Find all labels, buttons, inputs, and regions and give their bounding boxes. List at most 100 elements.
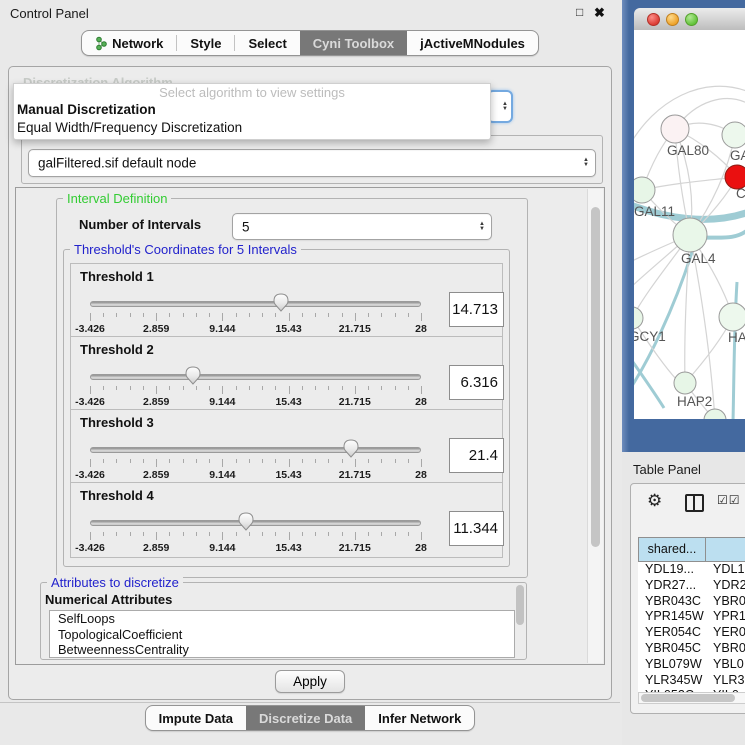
table-cell[interactable]: YBL0 xyxy=(706,657,745,673)
zoom-traffic-light[interactable] xyxy=(685,13,698,26)
table-row[interactable]: YBR045CYBR0 xyxy=(638,641,745,657)
table-cell[interactable]: YER054C xyxy=(638,625,706,641)
table-cell[interactable]: YDL19... xyxy=(638,562,706,578)
column-header-name[interactable]: na xyxy=(705,537,745,562)
numerical-attributes-list[interactable]: SelfLoopsTopologicalCoefficientBetweenne… xyxy=(49,610,515,658)
tick-mark xyxy=(275,386,276,390)
tick-mark xyxy=(209,459,210,463)
tab-cyni-toolbox[interactable]: Cyni Toolbox xyxy=(300,31,407,55)
tab-select[interactable]: Select xyxy=(235,31,299,55)
list-scrollbar[interactable] xyxy=(516,585,524,625)
threshold-2-value-field[interactable]: 6.316 xyxy=(449,365,504,400)
dropdown-option-manual[interactable]: Manual Discretization xyxy=(14,101,490,119)
network-node-hap2[interactable] xyxy=(674,372,696,394)
tick-mark xyxy=(156,459,157,467)
slider-thumb[interactable] xyxy=(238,512,254,531)
tab-discretize-data[interactable]: Discretize Data xyxy=(246,706,365,730)
network-canvas[interactable]: GAL80GACGAL11GAL4GCY1HAHAP2 xyxy=(634,30,745,419)
slider-thumb[interactable] xyxy=(343,439,359,458)
bottom-tab-bar: Impute Data Discretize Data Infer Networ… xyxy=(0,705,620,731)
table-row[interactable]: YBL079WYBL0 xyxy=(638,657,745,673)
table-cell[interactable]: YBR0 xyxy=(706,594,745,610)
tick-label: 28 xyxy=(415,396,427,408)
slider-thumb[interactable] xyxy=(273,293,289,312)
float-window-icon[interactable]: □ xyxy=(576,5,583,19)
tick-mark xyxy=(116,313,117,317)
threshold-3-slider[interactable]: -3.4262.8599.14415.4321.71528 xyxy=(90,443,421,483)
table-cell[interactable]: YDL1 xyxy=(706,562,745,578)
tab-infer-network[interactable]: Infer Network xyxy=(365,706,474,730)
tick-mark xyxy=(381,313,382,317)
table-data-combobox[interactable]: galFiltered.sif default node ▲▼ xyxy=(28,149,596,177)
gear-icon[interactable]: ⚙ xyxy=(647,491,662,511)
table-cell[interactable]: YBR0 xyxy=(706,641,745,657)
node-label: GA xyxy=(730,148,745,163)
table-cell[interactable]: YLR345W xyxy=(638,673,706,689)
table-row[interactable]: YPR145WYPR1 xyxy=(638,609,745,625)
table-cell[interactable]: YBR045C xyxy=(638,641,706,657)
minimize-traffic-light[interactable] xyxy=(666,13,679,26)
select-checkboxes-icon[interactable]: ☑☑ xyxy=(717,493,741,507)
table-row[interactable]: YDR27...YDR2 xyxy=(638,578,745,594)
table-cell[interactable]: YPR145W xyxy=(638,609,706,625)
slider-track[interactable] xyxy=(90,374,421,380)
columns-icon[interactable] xyxy=(685,494,704,512)
threshold-3-value-field[interactable]: 21.4 xyxy=(449,438,504,473)
table-cell[interactable]: YER0 xyxy=(706,625,745,641)
list-item[interactable]: SelfLoops xyxy=(50,611,514,627)
network-node-gcy1[interactable] xyxy=(634,307,643,329)
close-icon[interactable]: ✖ xyxy=(594,5,605,21)
column-header-shared-name[interactable]: shared... xyxy=(638,537,706,562)
tick-label: -3.426 xyxy=(75,396,105,408)
threshold-2-slider[interactable]: -3.4262.8599.14415.4321.71528 xyxy=(90,370,421,410)
network-window-titlebar[interactable] xyxy=(634,8,745,31)
number-of-intervals-combobox[interactable]: 5 ▲▼ xyxy=(232,213,492,240)
threshold-4-value-field[interactable]: 11.344 xyxy=(449,511,504,546)
threshold-1-slider[interactable]: -3.4262.8599.14415.4321.71528 xyxy=(90,297,421,337)
table-rows[interactable]: YDL19...YDL1YDR27...YDR2YBR043CYBR0YPR14… xyxy=(638,562,745,692)
tick-label: 9.144 xyxy=(209,396,235,408)
slider-track[interactable] xyxy=(90,301,421,307)
table-row[interactable]: YER054CYER0 xyxy=(638,625,745,641)
tick-mark xyxy=(368,313,369,317)
table-cell[interactable]: YBL079W xyxy=(638,657,706,673)
window-title: Control Panel xyxy=(10,6,89,21)
table-cell[interactable]: YDR2 xyxy=(706,578,745,594)
slider-thumb[interactable] xyxy=(185,366,201,385)
table-cell[interactable]: YDR27... xyxy=(638,578,706,594)
tab-style[interactable]: Style xyxy=(177,31,234,55)
top-tab-bar: Network Style Select Cyni Toolbox jActiv… xyxy=(0,30,620,56)
threshold-1-value-field[interactable]: 14.713 xyxy=(449,292,504,327)
table-cell[interactable]: YPR1 xyxy=(706,609,745,625)
horizontal-scrollbar[interactable] xyxy=(638,692,745,704)
network-node-ha[interactable] xyxy=(719,303,745,331)
list-item[interactable]: BetweennessCentrality xyxy=(50,642,514,658)
panel-scrollbar[interactable] xyxy=(587,189,603,663)
tick-mark xyxy=(169,386,170,390)
slider-track[interactable] xyxy=(90,520,421,526)
slider-track[interactable] xyxy=(90,447,421,453)
network-node-gal11[interactable] xyxy=(634,177,655,203)
node-label: C xyxy=(736,186,745,201)
scrollbar-thumb[interactable] xyxy=(641,694,735,702)
list-item[interactable]: TopologicalCoefficient xyxy=(50,627,514,643)
dropdown-option-equal-width[interactable]: Equal Width/Frequency Discretization xyxy=(14,119,490,137)
network-node-ga[interactable] xyxy=(722,122,745,148)
tab-network[interactable]: Network xyxy=(82,31,176,55)
network-node-gal4[interactable] xyxy=(673,218,707,252)
apply-button[interactable]: Apply xyxy=(275,670,345,693)
scrollbar-thumb[interactable] xyxy=(591,207,600,547)
threshold-4-slider[interactable]: -3.4262.8599.14415.4321.71528 xyxy=(90,516,421,556)
tab-impute-data[interactable]: Impute Data xyxy=(146,706,246,730)
table-cell[interactable]: YBR043C xyxy=(638,594,706,610)
tick-mark xyxy=(421,386,422,394)
tick-label: 15.43 xyxy=(275,323,301,335)
table-row[interactable]: YDL19...YDL1 xyxy=(638,562,745,578)
close-traffic-light[interactable] xyxy=(647,13,660,26)
table-cell[interactable]: YLR3 xyxy=(706,673,745,689)
tab-jactivemnodules[interactable]: jActiveMNodules xyxy=(407,31,538,55)
table-row[interactable]: YLR345WYLR3 xyxy=(638,673,745,689)
table-row[interactable]: YBR043CYBR0 xyxy=(638,594,745,610)
tick-mark xyxy=(156,386,157,394)
network-node-gal80[interactable] xyxy=(661,115,689,143)
